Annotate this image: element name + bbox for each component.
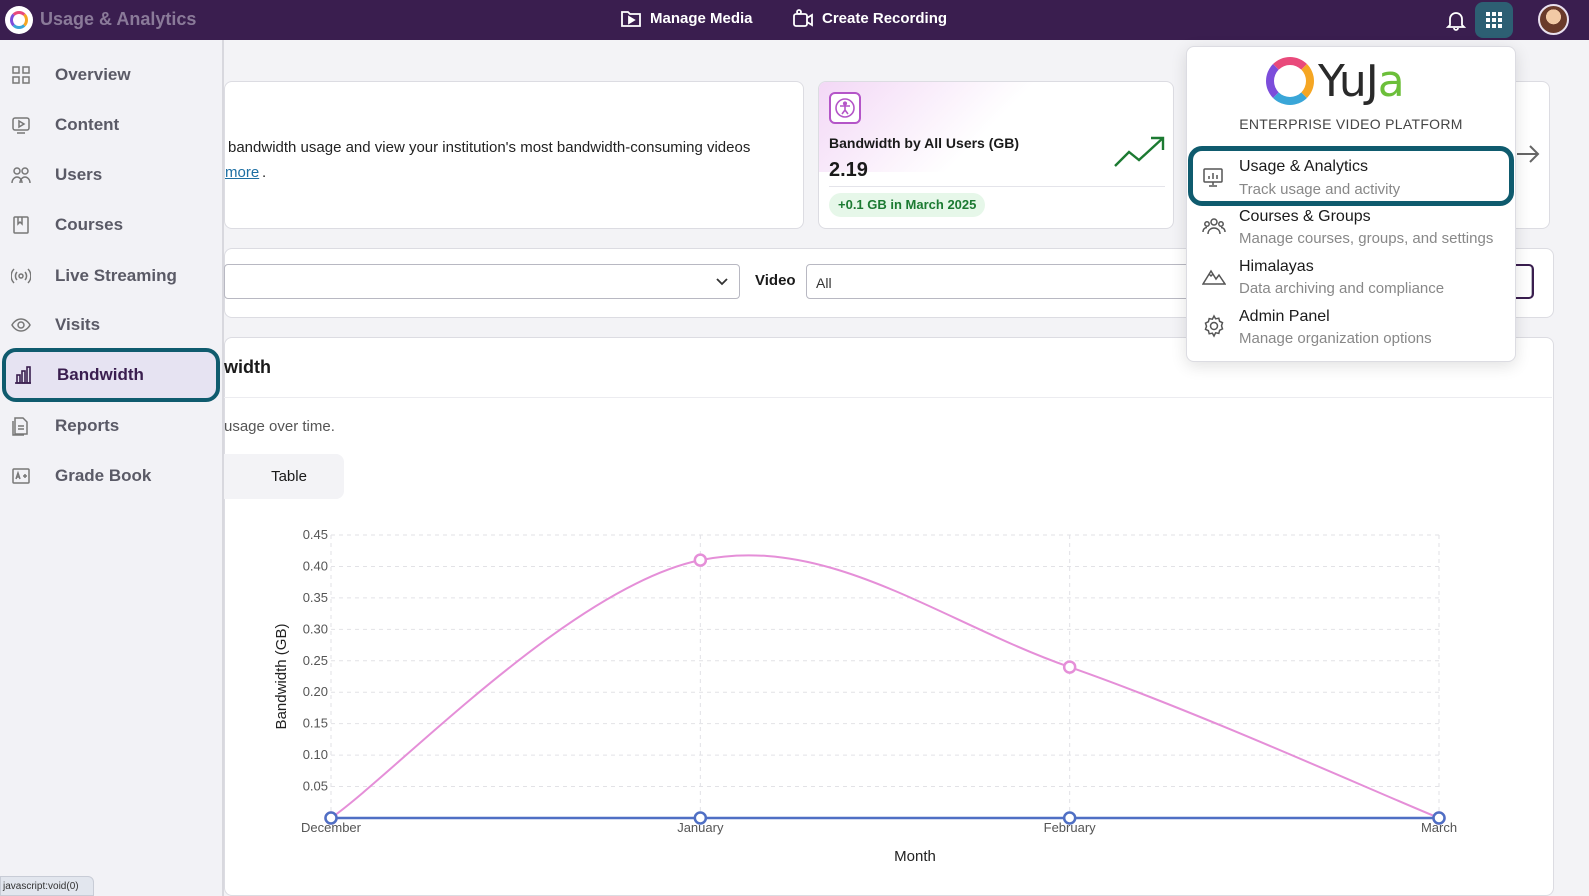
sidebar-item-label: Bandwidth	[57, 365, 144, 384]
create-recording-button[interactable]: Create Recording	[792, 8, 947, 28]
y-tick-label: 0.15	[303, 716, 328, 731]
brand-name: YuJa	[1318, 55, 1405, 107]
apps-grid-icon	[1486, 12, 1502, 28]
status-bar-url: javascript:void(0)	[0, 876, 94, 896]
y-axis-title: Bandwidth (GB)	[273, 624, 290, 730]
folder-play-icon	[621, 11, 641, 27]
overview-grid-icon	[10, 64, 32, 86]
bar-chart-icon	[12, 364, 34, 386]
sidebar-item-courses[interactable]: Courses	[0, 205, 224, 245]
sidebar-item-label: Reports	[55, 416, 120, 435]
info-description: bandwidth usage and view your institutio…	[228, 139, 751, 156]
sidebar-item-label: Grade Book	[55, 466, 152, 485]
filter-select[interactable]	[224, 264, 740, 299]
bandwidth-line-chart: 0.050.100.150.200.250.300.350.400.45Dece…	[273, 527, 1457, 865]
y-tick-label: 0.10	[303, 747, 328, 762]
courses-book-icon	[10, 214, 32, 236]
metric-value: 2.19	[829, 159, 868, 181]
info-card: bandwidth usage and view your institutio…	[224, 81, 804, 229]
y-tick-label: 0.25	[303, 653, 328, 668]
divider	[829, 186, 1165, 187]
tab-table[interactable]: Table	[224, 454, 344, 499]
data-point	[1432, 811, 1446, 825]
menu-item-subtitle: Data archiving and compliance	[1239, 280, 1445, 297]
menu-item-title: Admin Panel	[1239, 308, 1330, 325]
yuja-brand: YuJa	[1266, 55, 1405, 107]
metric-title: Bandwidth by All Users (GB)	[829, 135, 1020, 151]
app-launcher-button[interactable]	[1475, 2, 1513, 38]
menu-item-himalayas[interactable]: Himalayas Data archiving and compliance	[1192, 258, 1510, 308]
grade-book-icon	[10, 465, 32, 487]
metric-change-badge: +0.1 GB in March 2025	[829, 193, 986, 217]
chevron-down-icon	[716, 278, 728, 286]
bandwidth-metric-card: Bandwidth by All Users (GB) 2.19 +0.1 GB…	[818, 81, 1174, 229]
groups-icon	[1202, 218, 1226, 235]
sidebar-item-label: Users	[55, 165, 103, 184]
x-axis-title: Month	[894, 848, 936, 865]
yuja-logo-icon	[1266, 57, 1314, 105]
create-recording-label: Create Recording	[822, 9, 948, 27]
users-icon	[10, 164, 32, 186]
sidebar-item-reports[interactable]: Reports	[0, 406, 224, 446]
sidebar-item-label: Courses	[55, 215, 124, 234]
sidebar-item-grade-book[interactable]: Grade Book	[0, 456, 224, 496]
content-play-icon	[10, 114, 32, 136]
arrow-right-icon[interactable]	[1514, 140, 1542, 168]
y-tick-label: 0.45	[303, 527, 328, 542]
live-broadcast-icon	[10, 265, 32, 287]
video-filter-label: Video	[755, 272, 796, 289]
menu-item-subtitle: Track usage and activity	[1239, 181, 1401, 198]
video-filter-focus-edge	[1516, 264, 1534, 299]
sidebar-item-label: Content	[55, 115, 120, 134]
mountain-icon	[1202, 269, 1226, 285]
yuja-logo-icon[interactable]	[5, 6, 33, 34]
manage-media-label: Manage Media	[650, 9, 753, 27]
menu-item-title: Usage & Analytics	[1239, 158, 1368, 175]
menu-item-usage-analytics[interactable]: Usage & Analytics Track usage and activi…	[1188, 146, 1514, 206]
menu-item-title: Courses & Groups	[1239, 208, 1371, 225]
y-tick-label: 0.40	[303, 558, 328, 573]
analytics-presentation-icon	[1203, 168, 1223, 187]
series-line-0	[330, 554, 1440, 819]
data-point	[1062, 660, 1077, 674]
accessibility-icon	[829, 92, 861, 124]
menu-item-courses-groups[interactable]: Courses & Groups Manage courses, groups,…	[1192, 208, 1510, 258]
user-avatar[interactable]	[1538, 4, 1569, 35]
eye-icon	[10, 314, 32, 336]
menu-item-subtitle: Manage organization options	[1239, 330, 1432, 347]
data-point	[693, 811, 708, 825]
app-title: Usage & Analytics	[40, 9, 197, 29]
reports-document-icon	[10, 415, 32, 437]
y-tick-label: 0.05	[303, 779, 328, 794]
data-point	[324, 811, 338, 825]
sidebar-item-overview[interactable]: Overview	[0, 55, 224, 95]
manage-media-button[interactable]: Manage Media	[620, 8, 753, 28]
sidebar-item-label: Live Streaming	[55, 266, 177, 285]
y-tick-label: 0.30	[303, 621, 328, 636]
chart-description: usage over time.	[224, 418, 335, 435]
brand-subtitle: ENTERPRISE VIDEO PLATFORM	[1239, 116, 1463, 132]
y-tick-label: 0.35	[303, 590, 328, 605]
notifications-bell-icon[interactable]	[1443, 7, 1469, 33]
sidebar-item-bandwidth[interactable]: Bandwidth	[2, 348, 220, 402]
sidebar-item-label: Visits	[55, 315, 101, 334]
camera-record-icon	[793, 9, 813, 27]
top-bar: Usage & Analytics Manage Media Create Re…	[0, 0, 1589, 40]
menu-item-title: Himalayas	[1239, 258, 1314, 275]
y-tick-label: 0.20	[303, 684, 328, 699]
sidebar-item-label: Overview	[55, 65, 131, 84]
trend-up-icon	[1114, 136, 1165, 167]
data-point	[693, 553, 708, 567]
info-suffix: .	[262, 164, 267, 181]
sidebar-item-live-streaming[interactable]: Live Streaming	[0, 256, 224, 296]
gear-icon	[1204, 314, 1224, 338]
sidebar-item-content[interactable]: Content	[0, 105, 224, 145]
menu-item-subtitle: Manage courses, groups, and settings	[1239, 230, 1494, 247]
sidebar-item-users[interactable]: Users	[0, 155, 224, 195]
learn-more-link[interactable]: more	[225, 164, 259, 181]
sidebar-item-visits[interactable]: Visits	[0, 305, 224, 345]
data-point	[1062, 811, 1077, 825]
chart-title: width	[224, 357, 271, 377]
menu-item-admin-panel[interactable]: Admin Panel Manage organization options	[1192, 308, 1510, 358]
